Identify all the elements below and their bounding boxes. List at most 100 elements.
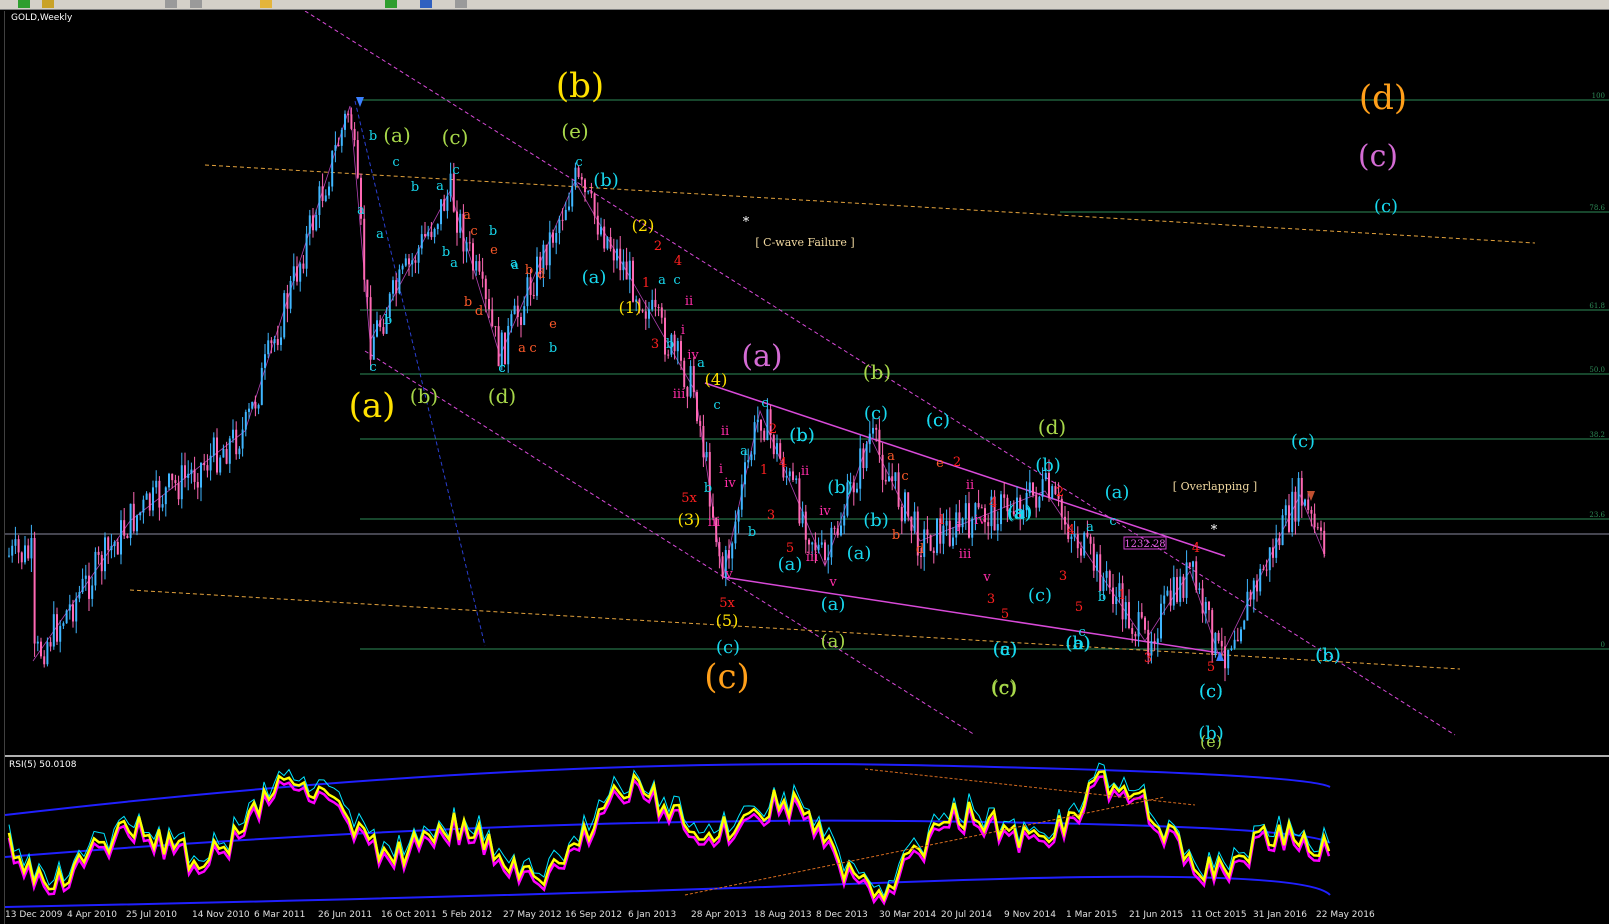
candle-body [616,248,618,261]
wave-label: (a) [821,594,846,615]
rsi-canvas[interactable] [5,757,1609,911]
line-icon[interactable] [260,0,272,8]
candle-body [1188,562,1191,567]
wave-label: (5) [716,611,739,630]
candle-body [811,542,814,545]
sub-wave-label: 5x [719,596,735,611]
sub-wave-label: a [518,341,526,356]
candle-body [897,472,900,507]
candle-body [1233,639,1236,649]
wave-label: (b) [1035,455,1061,476]
sub-wave-label: b [369,129,377,144]
wave-label: (d) [488,384,516,408]
resistance-trendline [204,164,1536,244]
candle-body [1172,577,1175,606]
candle-body [264,354,266,368]
template-icon[interactable] [455,0,467,8]
price-chart[interactable]: GOLD,Weekly 100 78.6 61.8 50.0 38.2 23.6 0 (b)(… [5,11,1609,755]
candle-body [129,503,132,538]
sub-wave-label: b [748,525,756,540]
candle-body [513,305,516,315]
candle-body [516,305,519,318]
candle-body [705,451,708,458]
candle-body [91,585,94,599]
sub-wave-label: iii [708,515,720,530]
time-axis-label: 16 Sep 2012 [565,910,623,920]
candle-body [561,219,564,221]
candle-body [603,226,606,249]
candle-body [344,113,346,130]
candle-body [1300,477,1303,506]
crosshair-icon[interactable] [385,0,397,8]
profiles-icon[interactable] [42,0,54,8]
sub-wave-label: 4 [989,496,997,511]
sub-wave-label: c [713,398,720,413]
candle-body [1137,612,1140,637]
candle-body [52,614,55,647]
candle-body [238,448,241,455]
time-axis: 13 Dec 2009 4 Apr 2010 25 Jul 2010 14 Nov 2… [5,909,1609,924]
arrow-down-icon [356,97,364,107]
candle-body [884,479,887,482]
candle-body [1297,477,1300,522]
rsi-pane[interactable]: RSI(5) 50.0108 [5,755,1609,911]
time-axis-label: 20 Jul 2014 [941,910,992,920]
candle-body [382,327,385,334]
candle-body [1035,495,1038,508]
sub-wave-label: c [1078,625,1085,640]
candle-body [856,488,858,493]
candle-body [267,340,270,355]
candle-body [1278,538,1281,546]
candle-body [1217,632,1220,641]
candle-body [1064,516,1066,525]
candle-body [139,512,142,516]
sub-wave-label: c [470,224,477,239]
candle-body [820,542,823,545]
candle-body [241,429,244,449]
candle-body [1310,509,1313,514]
candle-body [571,186,574,207]
candle-body [568,206,570,210]
sub-wave-label: c [761,396,768,411]
candle-body [1124,602,1127,620]
wave-label: (4) [705,370,728,389]
new-chart-icon[interactable] [18,0,30,8]
sub-wave-label: * [743,215,750,230]
candle-body [481,271,484,279]
candle-body [1131,628,1134,634]
candle-body [510,314,513,326]
candle-body [747,460,750,463]
wave-label: (a) [383,123,411,147]
sub-wave-label: 1 [938,513,946,528]
fib-level-label: 38.2 [1589,431,1605,439]
wedge-lower-line [722,576,1221,654]
candle-body [273,339,276,344]
price-canvas[interactable]: 10078.661.850.038.223.60(b) (d)(c)(c)(a)(… [5,11,1609,755]
candle-body [180,465,183,500]
zoom-in-icon[interactable] [165,0,177,8]
candle-body [680,341,682,361]
time-axis-label: 25 Jul 2010 [126,910,177,920]
time-axis-label: 4 Apr 2010 [67,910,117,920]
time-axis-label: 21 Jun 2015 [1129,910,1184,920]
candle-body [49,642,52,647]
rsi-lower-band [5,875,1331,908]
fib-level-label: 0 [1601,641,1605,649]
sub-wave-label: 4 [1067,523,1075,538]
candle-body [891,476,894,482]
candle-body [532,294,535,296]
candle-body [260,367,263,405]
zoom-out-icon[interactable] [190,0,202,8]
candle-body [900,506,903,522]
candle-body [619,248,622,271]
candle-body [184,465,186,478]
sub-wave-label: ii [685,294,693,309]
sub-wave-label: iv [974,513,986,528]
wave-path [32,105,1326,662]
candle-body [692,366,695,393]
candle-body [600,226,602,235]
candle-body [1281,515,1284,546]
sub-wave-label: 2 [654,239,662,254]
candle-body [443,199,446,211]
period-icon[interactable] [420,0,432,8]
